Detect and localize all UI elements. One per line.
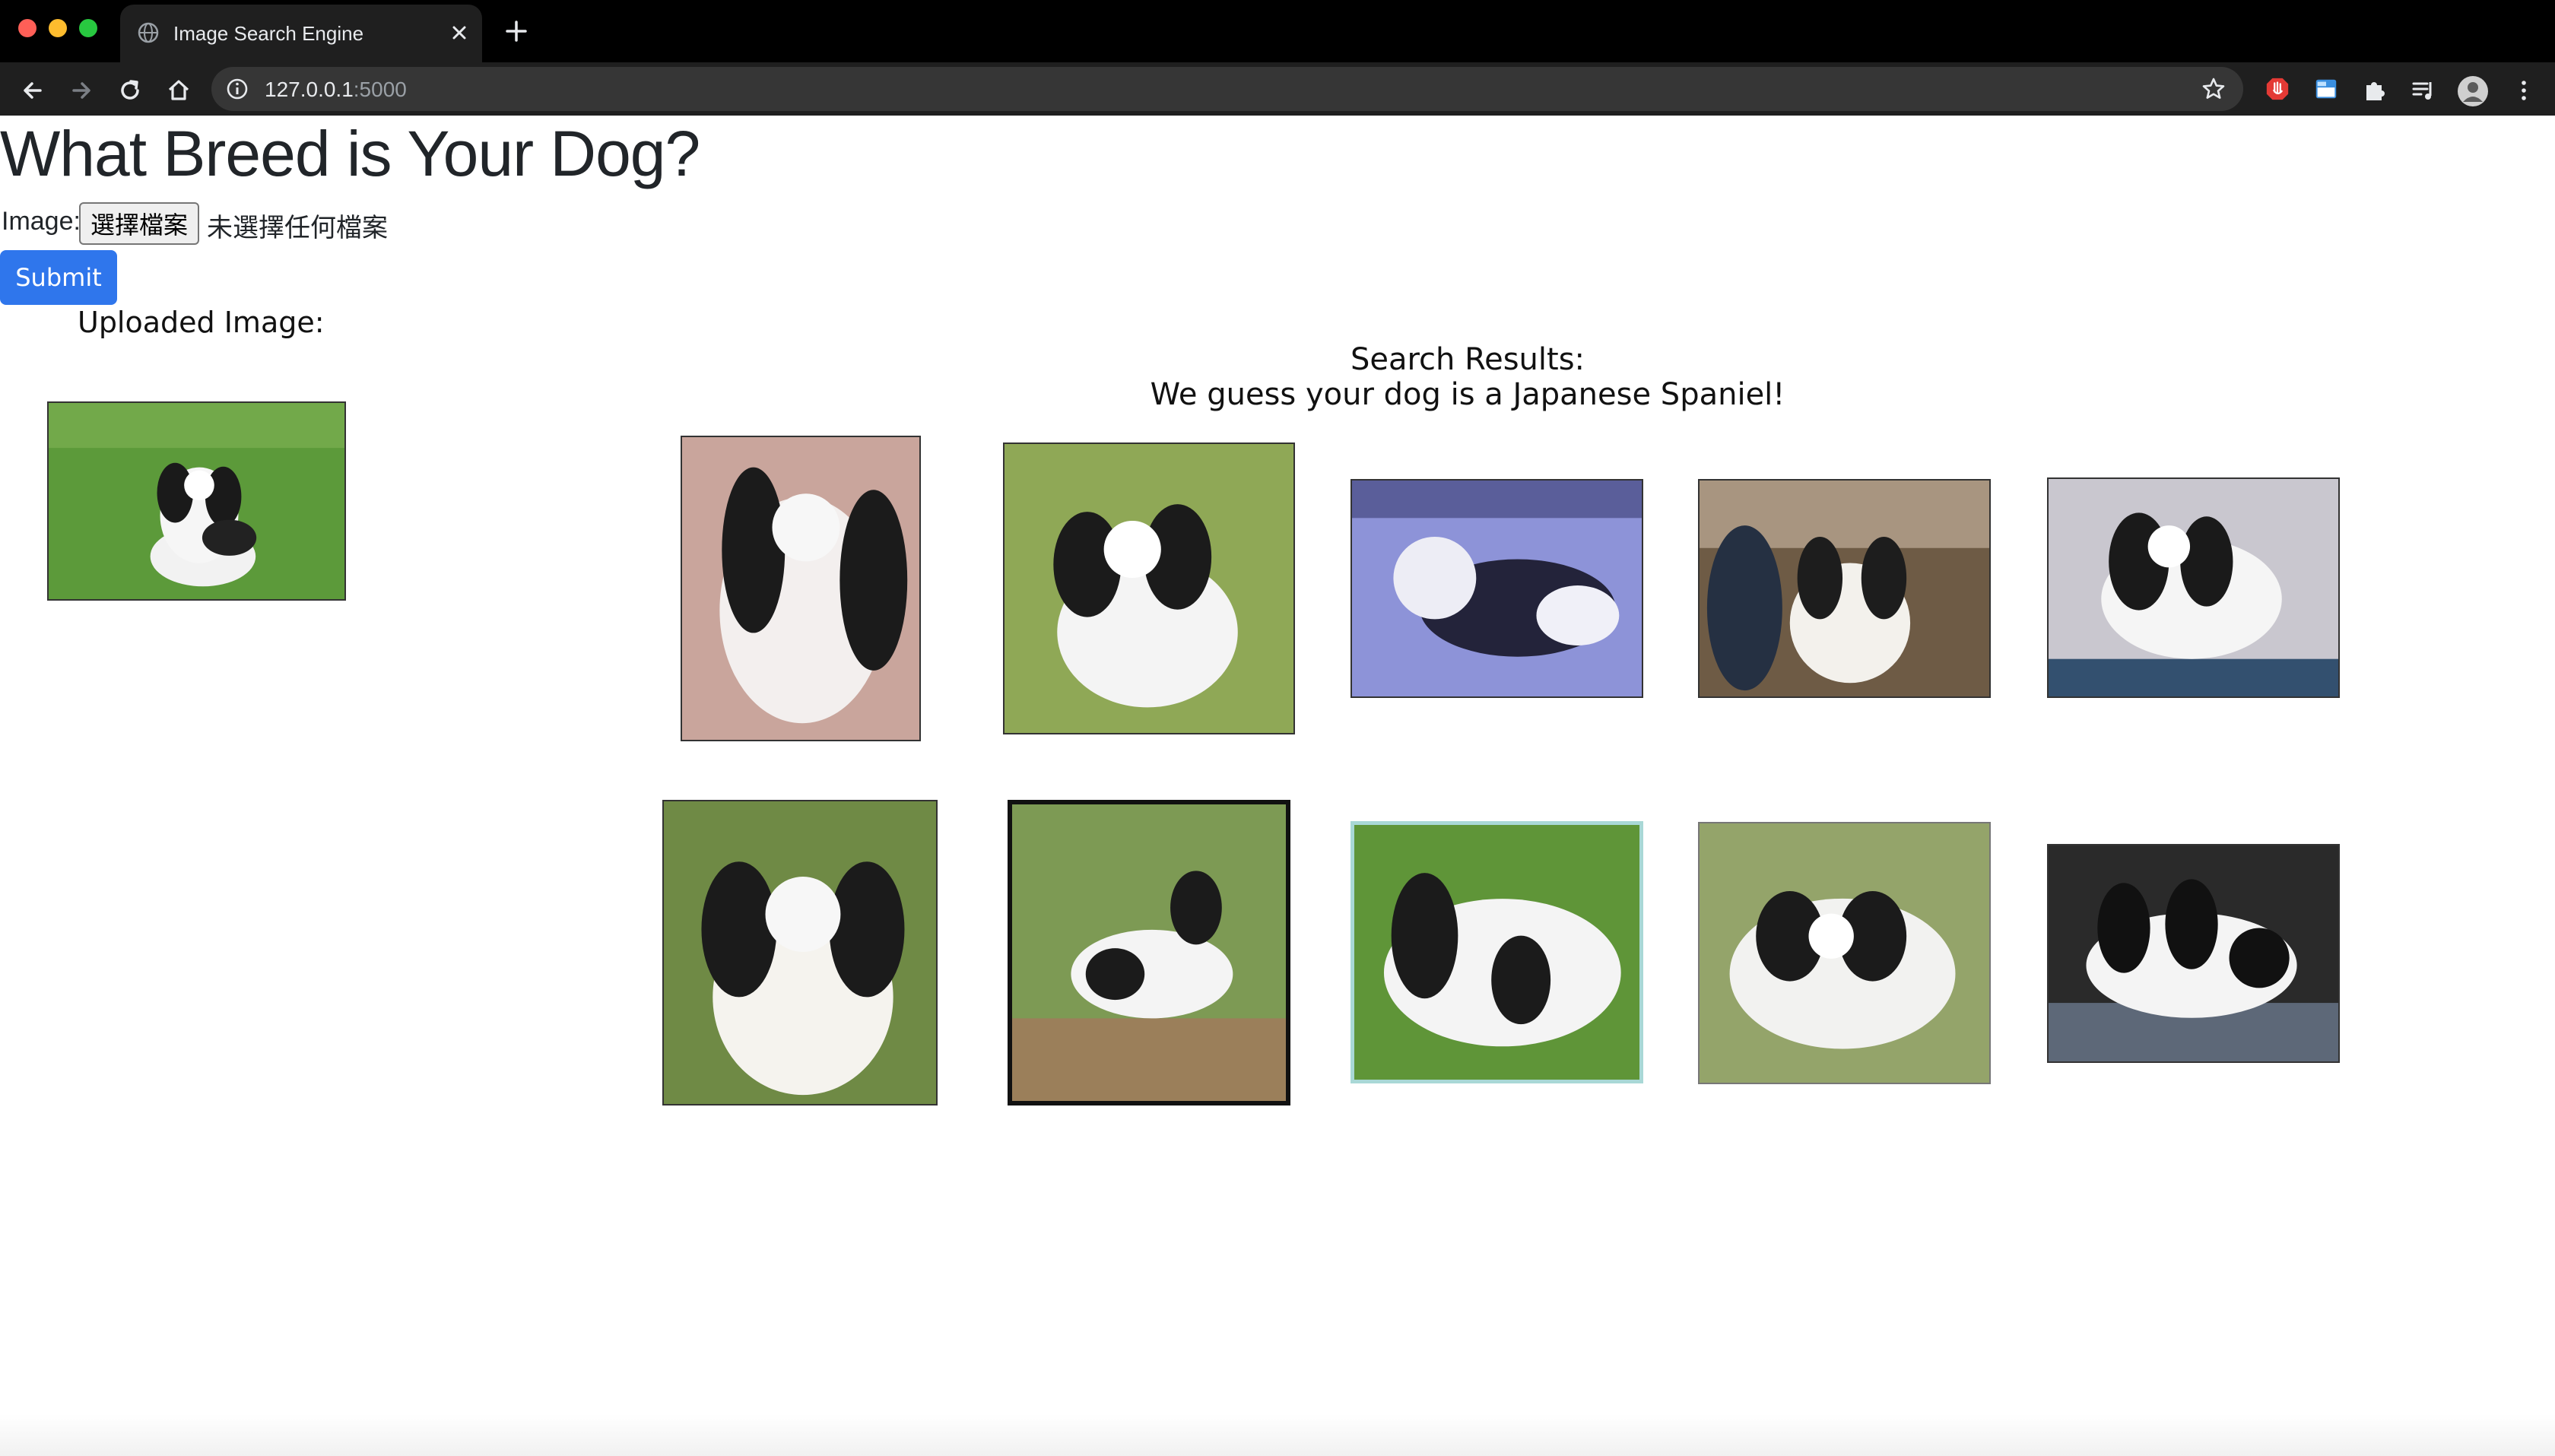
search-results-heading: Search Results: We guess your dog is a J…	[836, 342, 2099, 412]
url-text: 127.0.0.1:5000	[265, 78, 407, 101]
media-control-icon[interactable]	[2411, 78, 2436, 103]
result-image-4	[1698, 479, 1991, 698]
uploaded-image	[47, 401, 346, 601]
file-status-text: 未選擇任何檔案	[207, 213, 388, 243]
extensions-puzzle-icon[interactable]	[2362, 78, 2388, 103]
uploaded-image-label: Uploaded Image:	[78, 306, 325, 339]
address-bar[interactable]: 127.0.0.1:5000	[211, 67, 2243, 111]
browser-toolbar: 127.0.0.1:5000	[0, 62, 2555, 116]
result-image-2	[1003, 443, 1295, 734]
result-image-8	[1350, 821, 1643, 1083]
breed-guess-text: We guess your dog is a Japanese Spaniel!	[1150, 377, 1785, 412]
result-image-1	[681, 436, 921, 741]
reload-icon[interactable]	[117, 78, 143, 103]
close-tab-icon[interactable]	[447, 21, 471, 45]
zoom-window-button[interactable]	[79, 19, 97, 37]
adblock-extension-icon[interactable]	[2265, 76, 2290, 102]
close-window-button[interactable]	[18, 19, 36, 37]
home-icon[interactable]	[166, 78, 192, 103]
profile-avatar-icon[interactable]	[2456, 75, 2490, 108]
results-title: Search Results:	[1350, 342, 1585, 377]
tab-title: Image Search Engine	[173, 22, 364, 45]
result-image-6	[662, 800, 938, 1105]
image-field-label: Image:	[2, 207, 81, 236]
minimize-window-button[interactable]	[49, 19, 67, 37]
browser-tab[interactable]: Image Search Engine	[120, 5, 482, 62]
page-title: What Breed is Your Dog?	[0, 118, 700, 189]
window-extension-icon[interactable]	[2313, 76, 2339, 102]
result-image-5	[2047, 477, 2340, 698]
site-info-icon[interactable]	[225, 77, 249, 101]
forward-icon[interactable]	[68, 78, 94, 103]
menu-kebab-icon[interactable]	[2511, 78, 2537, 103]
globe-icon	[138, 22, 159, 43]
new-tab-icon[interactable]	[503, 18, 529, 44]
browser-titlebar: Image Search Engine	[0, 0, 2555, 62]
submit-button[interactable]: Submit	[0, 250, 117, 305]
result-image-3	[1350, 479, 1643, 698]
result-image-7	[1008, 800, 1290, 1105]
bottom-shade	[0, 1414, 2555, 1456]
choose-file-button[interactable]: 選擇檔案	[79, 202, 199, 245]
bookmark-star-icon[interactable]	[2201, 76, 2226, 102]
result-image-9	[1698, 822, 1991, 1084]
page-content: What Breed is Your Dog? Image: 選擇檔案 未選擇任…	[0, 116, 2555, 1456]
result-image-10	[2047, 844, 2340, 1063]
back-icon[interactable]	[20, 78, 46, 103]
